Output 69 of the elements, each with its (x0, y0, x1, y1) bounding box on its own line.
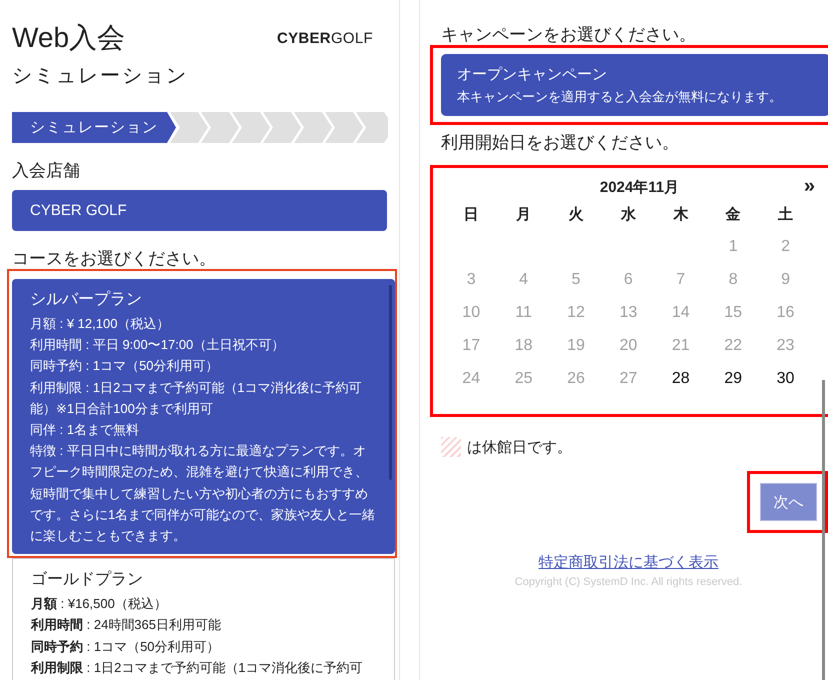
plan-name: ゴールドプラン (31, 570, 144, 590)
plan-detail: 同時予約 : 1コマ（50分利用可） (30, 357, 220, 376)
weekday-label: 木 (672, 205, 690, 225)
calendar-day[interactable]: 30 (759, 362, 812, 395)
weekday-label: 水 (620, 205, 637, 225)
calendar-day: 27 (602, 362, 655, 395)
calendar-day: 3 (445, 263, 498, 296)
campaign-card[interactable]: オープンキャンペーン 本キャンペーンを適用すると入会金が無料になります。 (441, 54, 828, 116)
course-prompt: コースをお選びください。 (12, 249, 217, 269)
weekday-label: 火 (567, 205, 584, 225)
calendar-day: 20 (602, 329, 655, 362)
calendar-day: 14 (654, 296, 707, 329)
plan-detail: 同時予約 : 1コマ（50分利用可） (31, 638, 221, 656)
closed-day-legend: は休館日です。 (467, 438, 572, 456)
plan-detail: 月額 : ¥16,500（税込） (31, 595, 168, 614)
calendar-day: 19 (550, 329, 602, 362)
plan-name: シルバープラン (30, 290, 143, 310)
page-subtitle: シミュレーション (12, 64, 189, 88)
plan-detail: 同伴 : 1名まで無料 (30, 421, 140, 440)
plan-detail: 利用時間 : 平日 9:00〜17:00（土日祝不可） (30, 336, 286, 354)
calendar-day: 17 (445, 329, 498, 362)
hatched-swatch-icon (441, 437, 461, 457)
calendar-day: 5 (550, 263, 602, 296)
calendar-day[interactable]: 29 (706, 362, 760, 395)
calendar-day: 10 (445, 296, 498, 329)
legal-notice-link[interactable]: 特定商取引法に基づく表示 (538, 553, 718, 572)
calendar-day: 22 (706, 329, 760, 362)
plan-detail: 利用時間 : 24時間365日利用可能 (31, 616, 222, 634)
calendar-day: 7 (654, 263, 707, 296)
plan-detail: 利用制限 : 1日2コマまで予約可能（1コマ消化後に予約可 (31, 658, 364, 677)
date-prompt: 利用開始日をお選びください。 (441, 133, 680, 153)
progress-step: シミュレーション (12, 112, 176, 143)
calendar-day: 16 (759, 296, 812, 329)
next-month-button[interactable]: » (804, 176, 815, 196)
calendar-day: 18 (497, 329, 550, 362)
plan-detail: 特徴 : 平日日中に時間が取れる方に最適なプランです。オフピーク時間限定のため、混雑を避けて快適に利用でき、短時間で集中して練習したい方や初心者の方にもおすすめです。さらに1名まで同伴が可能なので、家族や友人と一緒に楽しむこともできます。 (30, 442, 376, 546)
calendar-day: 13 (602, 296, 655, 329)
calendar-day[interactable]: 28 (654, 362, 707, 395)
calendar-day: 8 (706, 263, 760, 296)
store-label: 入会店舗 (12, 161, 81, 181)
weekday-label: 金 (724, 205, 742, 225)
scrollbar[interactable] (389, 285, 392, 480)
brand-logo: CYBERGOLF (276, 30, 373, 46)
weekday-label: 月 (515, 205, 532, 225)
campaign-title: オープンキャンペーン (457, 65, 608, 85)
calendar-day: 26 (550, 362, 602, 395)
calendar-day: 4 (497, 263, 550, 296)
plan-card[interactable]: ゴールドプラン 月額 : ¥16,500（税込） 利用時間 : 24時間365日利用可能 同時予約 : 1コマ（50分利用可） 利用制限 : 1日2コマまで予約可能（1コマ消化後に予約可 (12, 558, 395, 680)
calendar-day: 1 (706, 230, 760, 263)
weekday-label: 日 (462, 205, 480, 225)
calendar-day: 21 (654, 329, 707, 362)
campaign-description: 本キャンペーンを適用すると入会金が無料になります。 (457, 88, 783, 106)
calendar-day: 12 (550, 296, 602, 329)
calendar-day: 25 (497, 362, 550, 395)
scrollbar[interactable] (822, 380, 825, 680)
calendar-day: 11 (497, 296, 550, 329)
store-select[interactable]: CYBER GOLF (12, 190, 387, 231)
calendar-day: 23 (759, 329, 812, 362)
weekday-label: 土 (777, 205, 794, 225)
plan-detail: 利用制限 : 1日2コマまで予約可能（1コマ消化後に予約可能）※1日合計100分まで利用可 (30, 378, 363, 418)
calendar-day: 2 (759, 230, 812, 263)
calendar-day: 24 (445, 362, 498, 395)
campaign-prompt: キャンペーンをお選びください。 (441, 25, 697, 45)
page-title: Web入会 (12, 21, 126, 55)
month-title: 2024年11月 (600, 178, 680, 196)
calendar-day: 9 (759, 263, 812, 296)
calendar-day: 15 (706, 296, 760, 329)
plan-detail: 月額 : ¥ 12,100（税込） (30, 315, 170, 333)
calendar-day: 6 (602, 263, 655, 296)
